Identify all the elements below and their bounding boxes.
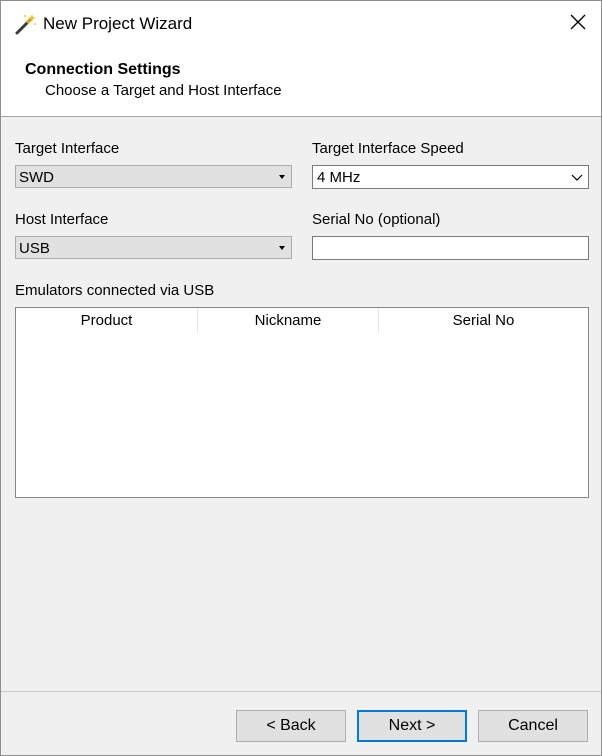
emulators-list[interactable]: Product Nickname Serial No — [15, 307, 589, 498]
magic-wand-icon — [13, 12, 37, 36]
host-interface-value: USB — [19, 240, 50, 257]
button-bar-divider — [1, 691, 601, 692]
serial-no-label: Serial No (optional) — [312, 211, 441, 228]
target-speed-label: Target Interface Speed — [312, 140, 464, 157]
back-button[interactable]: < Back — [236, 710, 346, 742]
host-interface-combo[interactable]: USB — [15, 236, 292, 259]
close-icon — [569, 13, 587, 36]
target-interface-combo[interactable]: SWD — [15, 165, 292, 188]
chevron-down-icon — [569, 169, 585, 185]
page-title: Connection Settings — [25, 61, 181, 78]
close-button[interactable] — [555, 1, 601, 47]
emulators-label: Emulators connected via USB — [15, 282, 215, 299]
window-title: New Project Wizard — [43, 14, 193, 33]
page-subtitle: Choose a Target and Host Interface — [45, 82, 282, 99]
wizard-header: Connection Settings Choose a Target and … — [1, 47, 601, 117]
next-button[interactable]: Next > — [357, 710, 467, 742]
target-interface-value: SWD — [19, 169, 54, 186]
dropdown-arrow-icon — [279, 175, 285, 179]
column-header-product[interactable]: Product — [16, 308, 197, 333]
serial-no-input[interactable] — [312, 236, 589, 260]
target-interface-label: Target Interface — [15, 140, 120, 157]
title-bar[interactable]: New Project Wizard — [1, 1, 601, 47]
column-header-serial-no[interactable]: Serial No — [379, 308, 588, 333]
target-speed-value: 4 MHz — [317, 169, 361, 186]
target-speed-combo[interactable]: 4 MHz — [312, 165, 589, 189]
column-header-nickname[interactable]: Nickname — [198, 308, 378, 333]
host-interface-label: Host Interface — [15, 211, 109, 228]
dropdown-arrow-icon — [279, 246, 285, 250]
wizard-window: New Project Wizard Connection Settings C… — [0, 0, 602, 756]
cancel-button[interactable]: Cancel — [478, 710, 588, 742]
